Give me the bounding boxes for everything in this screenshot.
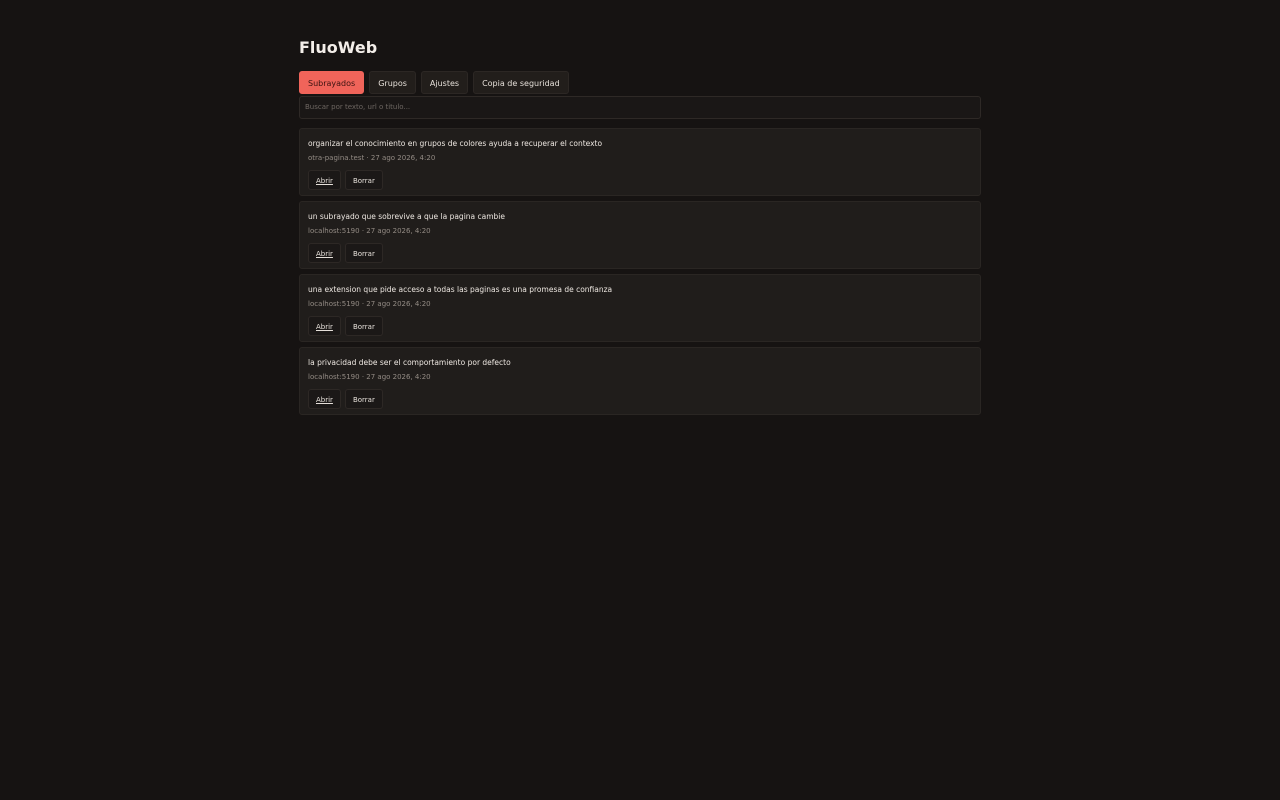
- main-container: FluoWeb Subrayados Grupos Ajustes Copia …: [299, 36, 981, 420]
- highlight-text: organizar el conocimiento en grupos de c…: [308, 138, 603, 148]
- highlight-meta: localhost:5190 · 27 ago 2026, 4:20: [308, 372, 431, 381]
- tab-bar: Subrayados Grupos Ajustes Copia de segur…: [299, 71, 981, 94]
- highlight-text: una extension que pide acceso a todas la…: [308, 284, 613, 294]
- open-button[interactable]: Abrir: [308, 388, 341, 409]
- highlight-card: la privacidad debe ser el comportamiento…: [299, 346, 981, 415]
- tab-copia-de-seguridad[interactable]: Copia de seguridad: [473, 71, 569, 94]
- open-button[interactable]: Abrir: [308, 315, 341, 336]
- highlight-card: organizar el conocimiento en grupos de c…: [299, 127, 981, 196]
- highlight-meta: localhost:5190 · 27 ago 2026, 4:20: [308, 299, 431, 308]
- app-title: FluoWeb: [299, 38, 378, 57]
- highlight-actions: Abrir Borrar: [308, 242, 972, 263]
- delete-button[interactable]: Borrar: [344, 315, 383, 336]
- search-input[interactable]: [299, 95, 981, 119]
- highlight-text: la privacidad debe ser el comportamiento…: [308, 357, 511, 367]
- highlight-text: un subrayado que sobrevive a que la pagi…: [308, 211, 505, 221]
- tab-ajustes[interactable]: Ajustes: [420, 71, 469, 94]
- delete-button[interactable]: Borrar: [344, 242, 383, 263]
- tab-subrayados[interactable]: Subrayados: [299, 71, 365, 94]
- highlight-actions: Abrir Borrar: [308, 315, 972, 336]
- highlight-list: organizar el conocimiento en grupos de c…: [299, 127, 981, 415]
- delete-button[interactable]: Borrar: [344, 169, 383, 190]
- open-button[interactable]: Abrir: [308, 169, 341, 190]
- highlight-card: una extension que pide acceso a todas la…: [299, 273, 981, 342]
- tab-grupos[interactable]: Grupos: [369, 71, 416, 94]
- delete-button[interactable]: Borrar: [344, 388, 383, 409]
- highlight-actions: Abrir Borrar: [308, 388, 972, 409]
- open-button[interactable]: Abrir: [308, 242, 341, 263]
- highlight-card: un subrayado que sobrevive a que la pagi…: [299, 200, 981, 269]
- highlight-meta: localhost:5190 · 27 ago 2026, 4:20: [308, 226, 431, 235]
- highlight-meta: otra-pagina.test · 27 ago 2026, 4:20: [308, 153, 436, 162]
- highlight-actions: Abrir Borrar: [308, 169, 972, 190]
